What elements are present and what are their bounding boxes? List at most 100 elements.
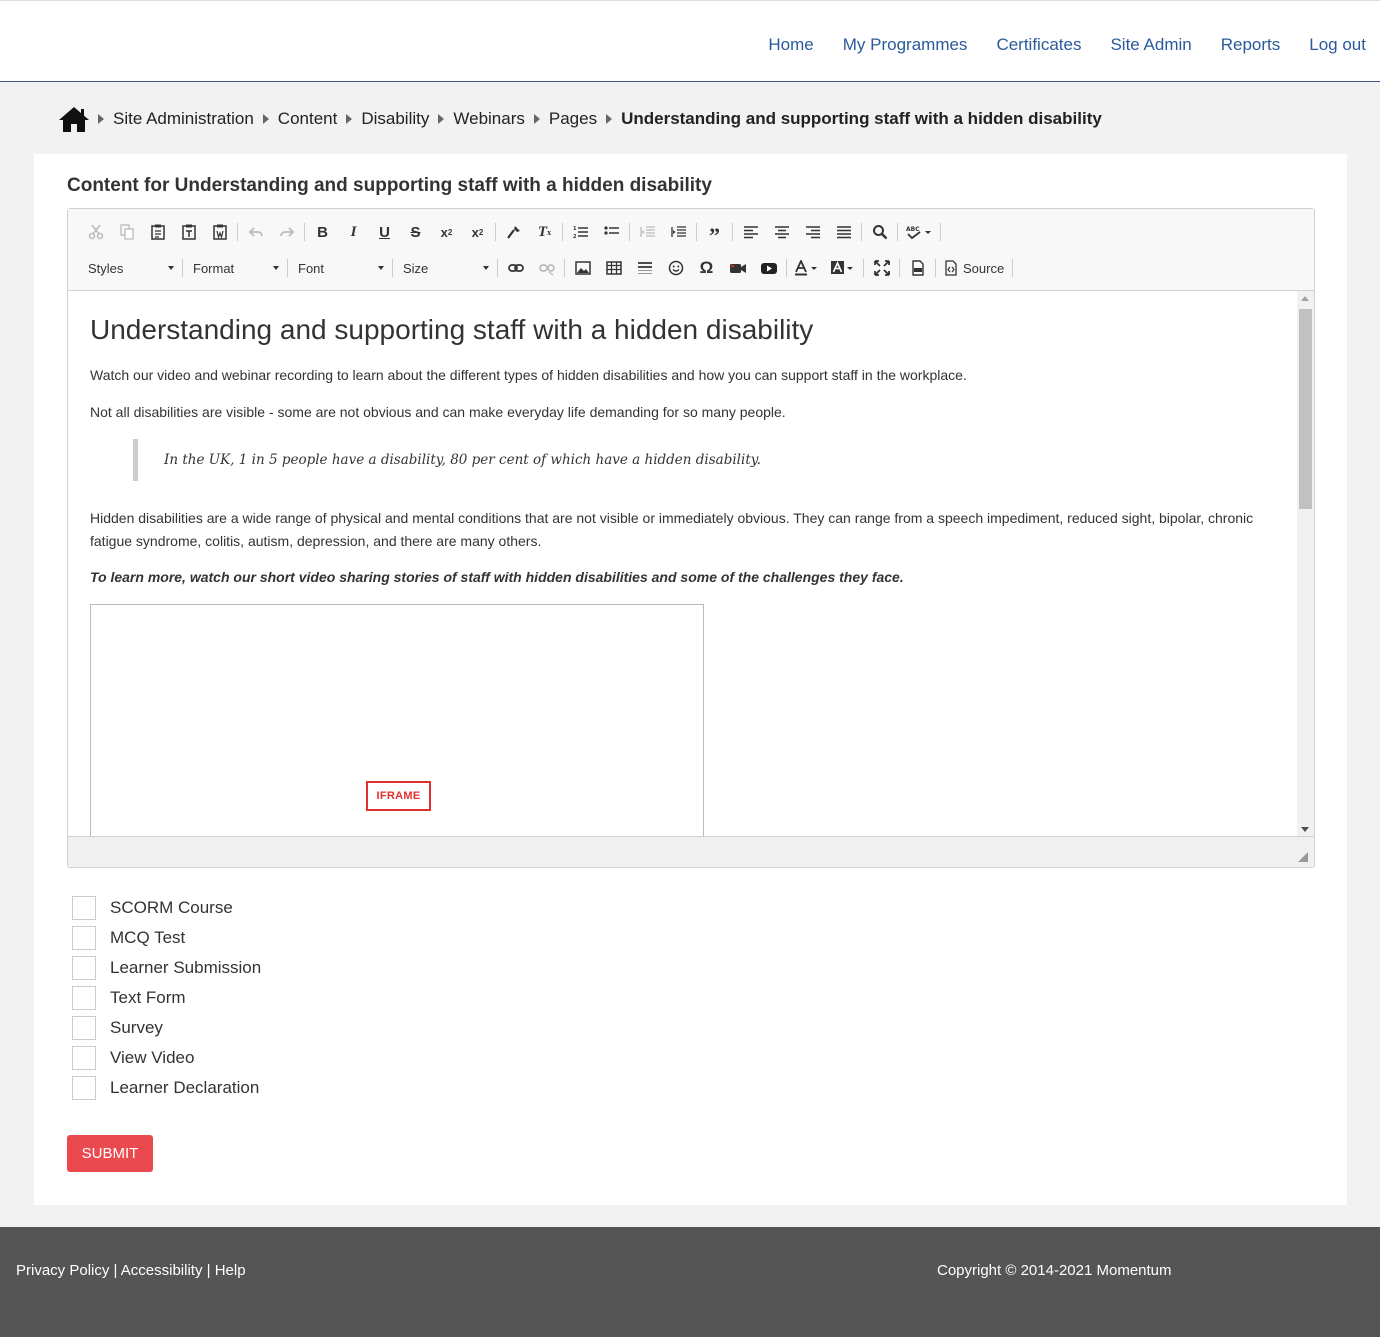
breadcrumb-content[interactable]: Content bbox=[278, 109, 338, 129]
option-learner-submission[interactable]: Learner Submission bbox=[72, 953, 261, 983]
align-left-icon[interactable] bbox=[735, 218, 766, 246]
align-center-icon[interactable] bbox=[766, 218, 797, 246]
superscript-icon[interactable]: x2 bbox=[462, 218, 493, 246]
editor-scrollbar[interactable] bbox=[1297, 291, 1314, 837]
option-label: Learner Submission bbox=[110, 958, 262, 977]
checkbox[interactable] bbox=[72, 896, 96, 920]
chevron-down-icon bbox=[483, 266, 489, 270]
option-mcq-test[interactable]: MCQ Test bbox=[72, 923, 261, 953]
video-camera-icon[interactable] bbox=[722, 254, 753, 282]
special-char-icon[interactable]: Ω bbox=[691, 254, 722, 282]
paste-icon[interactable] bbox=[142, 218, 173, 246]
checkbox[interactable] bbox=[72, 956, 96, 980]
outdent-icon[interactable] bbox=[632, 218, 663, 246]
checkbox[interactable] bbox=[72, 926, 96, 950]
home-icon[interactable] bbox=[58, 105, 90, 133]
maximize-icon[interactable] bbox=[866, 254, 897, 282]
option-label: Learner Declaration bbox=[110, 1078, 260, 1097]
nav-certificates[interactable]: Certificates bbox=[996, 35, 1081, 55]
breadcrumb-disability[interactable]: Disability bbox=[361, 109, 429, 129]
text-color-icon[interactable] bbox=[789, 254, 825, 282]
format-dropdown[interactable]: Format bbox=[185, 254, 285, 282]
embedded-iframe[interactable]: IFRAME bbox=[90, 604, 704, 837]
cut-icon[interactable] bbox=[80, 218, 111, 246]
breadcrumb-pages[interactable]: Pages bbox=[549, 109, 597, 129]
toolbar-separator bbox=[495, 223, 496, 241]
nav-log-out[interactable]: Log out bbox=[1309, 35, 1366, 55]
scrollbar-thumb[interactable] bbox=[1299, 309, 1312, 509]
blockquote-icon[interactable]: ” bbox=[699, 218, 730, 247]
option-scorm-course[interactable]: SCORM Course bbox=[72, 893, 261, 923]
remove-format-icon[interactable]: Tx bbox=[529, 218, 560, 246]
underline-icon[interactable]: U bbox=[369, 218, 400, 246]
table-icon[interactable] bbox=[598, 254, 629, 282]
checkbox[interactable] bbox=[72, 1046, 96, 1070]
option-label: MCQ Test bbox=[110, 928, 186, 947]
nav-site-admin[interactable]: Site Admin bbox=[1110, 35, 1191, 55]
unlink-icon[interactable] bbox=[531, 254, 562, 282]
italic-icon[interactable]: I bbox=[338, 218, 369, 246]
undo-icon[interactable] bbox=[240, 218, 271, 246]
option-label: SCORM Course bbox=[110, 898, 233, 917]
breadcrumb-webinars[interactable]: Webinars bbox=[453, 109, 525, 129]
toolbar-separator bbox=[696, 223, 697, 241]
font-dropdown[interactable]: Font bbox=[290, 254, 390, 282]
nav-my-programmes[interactable]: My Programmes bbox=[843, 35, 968, 55]
toolbar-separator bbox=[182, 259, 183, 277]
numbered-list-icon[interactable]: 12 bbox=[565, 218, 596, 246]
footer-separator: | bbox=[109, 1262, 121, 1279]
resize-grip-icon[interactable] bbox=[1298, 852, 1308, 862]
svg-text:1: 1 bbox=[573, 226, 577, 232]
youtube-icon[interactable] bbox=[753, 254, 784, 282]
svg-text:ABC: ABC bbox=[906, 226, 920, 233]
option-learner-declaration[interactable]: Learner Declaration bbox=[72, 1073, 261, 1103]
paste-text-icon[interactable] bbox=[173, 218, 204, 246]
breadcrumb-site-administration[interactable]: Site Administration bbox=[113, 109, 254, 129]
toolbar-separator bbox=[564, 259, 565, 277]
source-button[interactable]: Source bbox=[938, 254, 1010, 282]
toolbar-separator bbox=[899, 259, 900, 277]
option-view-video[interactable]: View Video bbox=[72, 1043, 261, 1073]
checkbox[interactable] bbox=[72, 1076, 96, 1100]
panel-title: Content for Understanding and supporting… bbox=[67, 175, 712, 196]
size-dropdown[interactable]: Size bbox=[395, 254, 495, 282]
styles-dropdown[interactable]: Styles bbox=[80, 254, 180, 282]
document-paragraph: Watch our video and webinar recording to… bbox=[90, 367, 967, 383]
submit-button[interactable]: SUBMIT bbox=[67, 1135, 153, 1172]
bold-icon[interactable]: B bbox=[307, 218, 338, 246]
scroll-down-arrow-icon[interactable] bbox=[1301, 827, 1309, 832]
nav-reports[interactable]: Reports bbox=[1221, 35, 1281, 55]
editor-content-area[interactable]: Understanding and supporting staff with … bbox=[68, 291, 1314, 837]
smiley-icon[interactable] bbox=[660, 254, 691, 282]
strikethrough-icon[interactable]: S bbox=[400, 218, 431, 246]
subscript-icon[interactable]: x2 bbox=[431, 218, 462, 246]
checkbox[interactable] bbox=[72, 1016, 96, 1040]
link-icon[interactable] bbox=[500, 254, 531, 282]
footer-privacy-policy[interactable]: Privacy Policy bbox=[16, 1262, 109, 1279]
find-icon[interactable] bbox=[864, 218, 895, 246]
indent-icon[interactable] bbox=[663, 218, 694, 246]
background-color-icon[interactable] bbox=[825, 254, 861, 282]
footer-accessibility[interactable]: Accessibility bbox=[121, 1262, 203, 1279]
option-survey[interactable]: Survey bbox=[72, 1013, 261, 1043]
copy-formatting-icon[interactable] bbox=[498, 218, 529, 246]
footer-help[interactable]: Help bbox=[215, 1262, 246, 1279]
redo-icon[interactable] bbox=[271, 218, 302, 246]
breadcrumb-separator bbox=[533, 114, 540, 124]
option-label: Survey bbox=[110, 1018, 163, 1037]
horizontal-line-icon[interactable] bbox=[629, 254, 660, 282]
scroll-up-arrow-icon[interactable] bbox=[1301, 296, 1309, 301]
checkbox[interactable] bbox=[72, 986, 96, 1010]
export-pdf-icon[interactable] bbox=[902, 254, 933, 282]
option-text-form[interactable]: Text Form bbox=[72, 983, 261, 1013]
justify-icon[interactable] bbox=[828, 218, 859, 246]
copy-icon[interactable] bbox=[111, 218, 142, 246]
spellcheck-icon[interactable]: ABC bbox=[900, 218, 938, 246]
toolbar-separator bbox=[562, 223, 563, 241]
paste-word-icon[interactable] bbox=[204, 218, 235, 246]
nav-home[interactable]: Home bbox=[768, 35, 813, 55]
option-label: Text Form bbox=[110, 988, 186, 1007]
image-icon[interactable] bbox=[567, 254, 598, 282]
align-right-icon[interactable] bbox=[797, 218, 828, 246]
bulleted-list-icon[interactable] bbox=[596, 218, 627, 246]
